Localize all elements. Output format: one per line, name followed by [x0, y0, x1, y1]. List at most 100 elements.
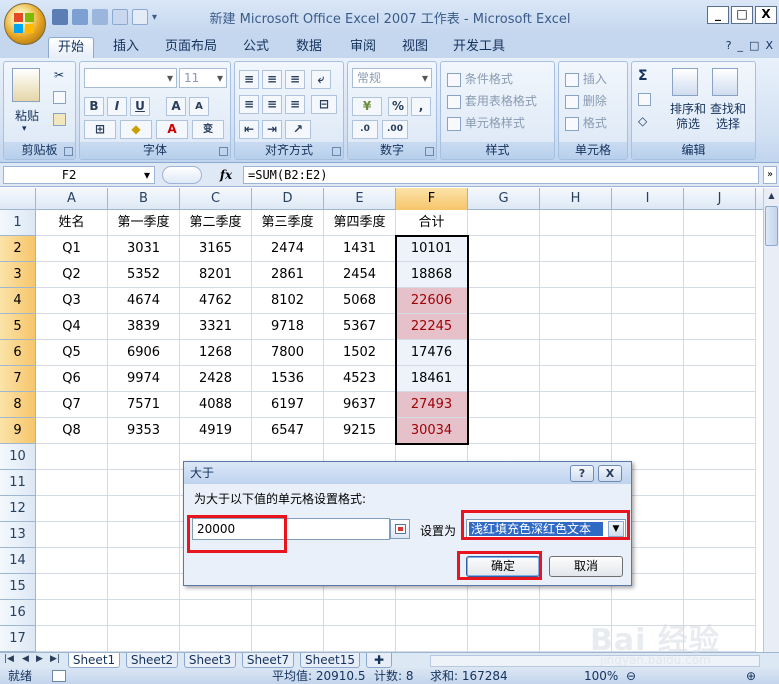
find-select-icon[interactable]: [712, 68, 738, 96]
row-header-5[interactable]: 5: [0, 314, 36, 340]
cell-c1[interactable]: 第二季度: [180, 210, 252, 236]
format-as-table-button[interactable]: 套用表格格式: [447, 92, 537, 109]
find-select-button[interactable]: 查找和选择: [708, 102, 748, 132]
column-header-a[interactable]: A: [36, 188, 108, 210]
currency-icon[interactable]: ¥: [352, 97, 382, 116]
cell-d4[interactable]: 8102: [252, 288, 324, 314]
cell-j3[interactable]: [684, 262, 756, 288]
cell-a15[interactable]: [36, 574, 108, 600]
cell-i4[interactable]: [612, 288, 684, 314]
customize-qat-icon[interactable]: ▾: [152, 12, 157, 23]
cell-g5[interactable]: [468, 314, 540, 340]
cell-d3[interactable]: 2861: [252, 262, 324, 288]
cell-i16[interactable]: [612, 600, 684, 626]
cell-f7[interactable]: 18461: [396, 366, 468, 392]
cell-b12[interactable]: [108, 496, 180, 522]
cell-g17[interactable]: [468, 626, 540, 652]
sheet-tab-sheet1[interactable]: Sheet1: [68, 653, 120, 668]
decrease-font-icon[interactable]: A: [189, 97, 209, 116]
cell-h17[interactable]: [540, 626, 612, 652]
office-button[interactable]: [4, 3, 46, 45]
cell-i17[interactable]: [612, 626, 684, 652]
cell-f5[interactable]: 22245: [396, 314, 468, 340]
border-icon[interactable]: ⊞: [84, 120, 116, 139]
column-header-j[interactable]: J: [684, 188, 756, 210]
cell-c2[interactable]: 3165: [180, 236, 252, 262]
cell-j13[interactable]: [684, 522, 756, 548]
cell-d2[interactable]: 2474: [252, 236, 324, 262]
cell-a10[interactable]: [36, 444, 108, 470]
font-name-combo[interactable]: [84, 68, 177, 88]
cell-d16[interactable]: [252, 600, 324, 626]
fill-icon[interactable]: [638, 93, 651, 106]
zoom-in-icon[interactable]: ⊕: [746, 668, 756, 684]
name-box[interactable]: F2: [3, 166, 155, 184]
dialog-help-button[interactable]: ?: [570, 465, 594, 482]
select-all-corner[interactable]: [0, 188, 36, 210]
cell-b16[interactable]: [108, 600, 180, 626]
cell-h9[interactable]: [540, 418, 612, 444]
align-bottom-icon[interactable]: ≡: [285, 70, 305, 89]
cell-h6[interactable]: [540, 340, 612, 366]
tab-insert[interactable]: 插入: [104, 37, 148, 58]
row-header-9[interactable]: 9: [0, 418, 36, 444]
row-header-8[interactable]: 8: [0, 392, 36, 418]
decrease-decimal-icon[interactable]: .00: [382, 120, 408, 139]
cell-a5[interactable]: Q4: [36, 314, 108, 340]
row-header-3[interactable]: 3: [0, 262, 36, 288]
cell-a13[interactable]: [36, 522, 108, 548]
column-header-g[interactable]: G: [468, 188, 540, 210]
cell-f16[interactable]: [396, 600, 468, 626]
maximize-button[interactable]: □: [731, 6, 753, 24]
tab-home[interactable]: 开始: [48, 37, 94, 58]
cell-j2[interactable]: [684, 236, 756, 262]
cell-b17[interactable]: [108, 626, 180, 652]
cell-e16[interactable]: [324, 600, 396, 626]
row-header-15[interactable]: 15: [0, 574, 36, 600]
help-icon[interactable]: ?: [726, 39, 732, 52]
cell-f17[interactable]: [396, 626, 468, 652]
cell-c9[interactable]: 4919: [180, 418, 252, 444]
percent-icon[interactable]: %: [388, 97, 408, 116]
cell-a1[interactable]: 姓名: [36, 210, 108, 236]
cell-h4[interactable]: [540, 288, 612, 314]
cell-e1[interactable]: 第四季度: [324, 210, 396, 236]
decrease-indent-icon[interactable]: ⇤: [239, 120, 259, 139]
cell-b8[interactable]: 7571: [108, 392, 180, 418]
prev-sheet-icon[interactable]: ◀: [22, 654, 29, 664]
font-color-icon[interactable]: A: [156, 120, 188, 139]
cell-d7[interactable]: 1536: [252, 366, 324, 392]
cell-d9[interactable]: 6547: [252, 418, 324, 444]
cell-b10[interactable]: [108, 444, 180, 470]
clear-icon[interactable]: ◇: [638, 114, 647, 128]
cell-g2[interactable]: [468, 236, 540, 262]
copy-icon[interactable]: [53, 91, 66, 104]
cell-b11[interactable]: [108, 470, 180, 496]
cell-b2[interactable]: 3031: [108, 236, 180, 262]
cell-c5[interactable]: 3321: [180, 314, 252, 340]
underline-icon[interactable]: U: [130, 97, 150, 116]
cell-a17[interactable]: [36, 626, 108, 652]
macro-record-icon[interactable]: [52, 670, 66, 682]
cell-j12[interactable]: [684, 496, 756, 522]
column-header-b[interactable]: B: [108, 188, 180, 210]
close-button[interactable]: X: [755, 6, 777, 24]
paste-button[interactable]: 粘贴: [15, 107, 39, 124]
cell-g8[interactable]: [468, 392, 540, 418]
cell-e17[interactable]: [324, 626, 396, 652]
sheet-tab-sheet2[interactable]: Sheet2: [126, 653, 178, 668]
cell-i6[interactable]: [612, 340, 684, 366]
cell-c6[interactable]: 1268: [180, 340, 252, 366]
font-size-combo[interactable]: 11: [179, 68, 227, 88]
number-launcher-icon[interactable]: [425, 147, 434, 156]
column-header-c[interactable]: C: [180, 188, 252, 210]
cell-c17[interactable]: [180, 626, 252, 652]
cell-h8[interactable]: [540, 392, 612, 418]
cell-f9[interactable]: 30034: [396, 418, 468, 444]
cell-j11[interactable]: [684, 470, 756, 496]
cell-e2[interactable]: 1431: [324, 236, 396, 262]
align-right-icon[interactable]: ≡: [285, 95, 305, 114]
cell-d6[interactable]: 7800: [252, 340, 324, 366]
autosum-icon[interactable]: Σ: [638, 68, 648, 84]
cell-a9[interactable]: Q8: [36, 418, 108, 444]
